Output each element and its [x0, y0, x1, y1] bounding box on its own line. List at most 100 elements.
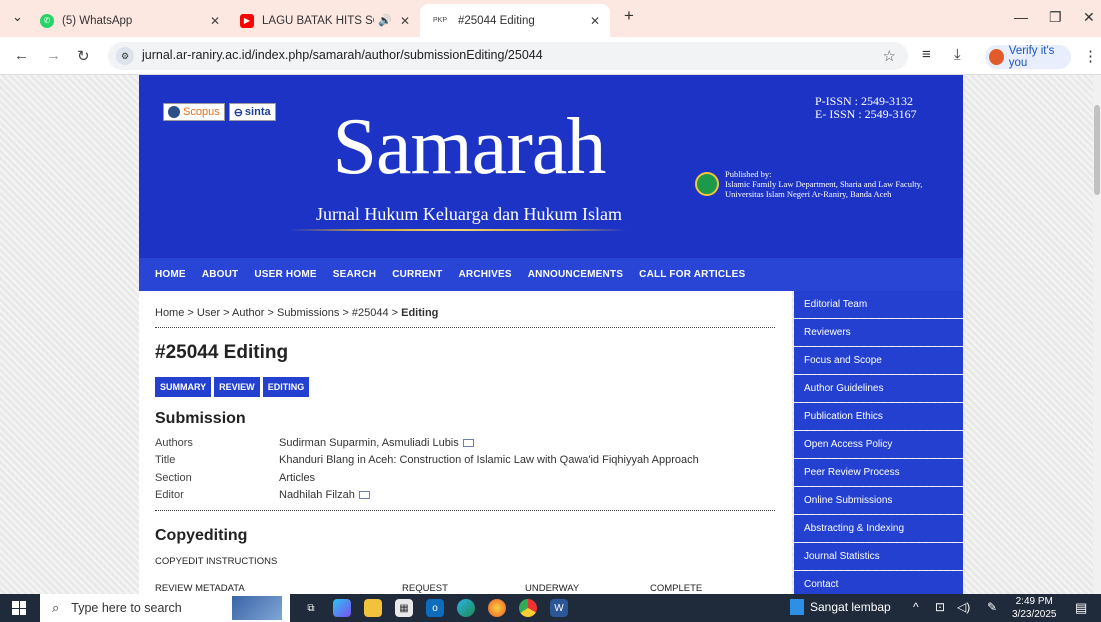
- tab-whatsapp[interactable]: ✆ (5) WhatsApp ✕: [30, 4, 230, 37]
- tab-label: LAGU BATAK HITS SOUND \: [262, 14, 374, 27]
- copyedit-instructions-link[interactable]: COPYEDIT INSTRUCTIONS: [155, 556, 277, 567]
- journal-sidebar: Editorial Team Reviewers Focus and Scope…: [794, 291, 963, 594]
- browser-menu-icon[interactable]: ⋮: [1083, 47, 1098, 65]
- scrollbar-thumb[interactable]: [1094, 105, 1100, 195]
- submission-metadata: Authors Sudirman Suparmin, Asmuliadi Lub…: [155, 434, 775, 511]
- firefox-icon[interactable]: [488, 599, 506, 617]
- weather-text: Sangat lembap: [810, 600, 891, 614]
- submission-tabs: SUMMARY REVIEW EDITING: [155, 377, 310, 397]
- nav-home[interactable]: HOME: [155, 269, 186, 280]
- new-tab-icon[interactable]: +: [624, 6, 634, 26]
- nav-current[interactable]: CURRENT: [392, 269, 442, 280]
- sidebar-item-publication-ethics[interactable]: Publication Ethics: [794, 403, 963, 430]
- network-icon[interactable]: ⊡: [935, 600, 945, 614]
- tab-current-submission[interactable]: PKP #25044 Editing ✕: [420, 4, 610, 37]
- sidebar-item-online-submissions[interactable]: Online Submissions: [794, 487, 963, 514]
- sidebar-item-focus-scope[interactable]: Focus and Scope: [794, 347, 963, 374]
- nav-call-for-articles[interactable]: CALL FOR ARTICLES: [639, 269, 745, 280]
- site-info-icon[interactable]: ⚙: [116, 47, 134, 65]
- sidebar-item-contact[interactable]: Contact: [794, 571, 963, 594]
- meta-label: Title: [155, 454, 176, 467]
- close-tab-icon[interactable]: ✕: [590, 14, 600, 28]
- sidebar-item-reviewers[interactable]: Reviewers: [794, 319, 963, 346]
- meta-label: Section: [155, 471, 192, 484]
- scopus-badge[interactable]: Scopus: [163, 103, 225, 121]
- review-metadata-link[interactable]: REVIEW METADATA: [155, 583, 245, 594]
- issn-block: P-ISSN : 2549-3132 E- ISSN : 2549-3167: [815, 95, 917, 121]
- page-scrollbar[interactable]: [1093, 75, 1101, 594]
- tab-label: #25044 Editing: [458, 14, 535, 27]
- nav-search[interactable]: SEARCH: [333, 269, 376, 280]
- web-page: Scopus ⊖ sinta Samarah Jurnal Hukum Kelu…: [0, 75, 1101, 594]
- sidebar-item-open-access[interactable]: Open Access Policy: [794, 431, 963, 458]
- scopus-logo-icon: [168, 106, 180, 118]
- windows-start-icon[interactable]: [12, 601, 26, 615]
- address-bar: ← → ↻ ⚙ jurnal.ar-raniry.ac.id/index.php…: [0, 37, 1101, 75]
- notifications-icon[interactable]: ▤: [1075, 600, 1087, 616]
- minimize-icon[interactable]: —: [1014, 9, 1028, 25]
- meta-row-authors: Authors Sudirman Suparmin, Asmuliadi Lub…: [155, 434, 775, 452]
- index-badges: Scopus ⊖ sinta: [163, 103, 276, 121]
- volume-icon[interactable]: ◁): [957, 600, 970, 614]
- meta-label: Editor: [155, 489, 184, 502]
- bookmark-star-icon[interactable]: ☆: [883, 47, 896, 65]
- email-icon[interactable]: [462, 438, 474, 447]
- copyediting-heading: Copyediting: [155, 527, 248, 544]
- weather-widget[interactable]: Sangat lembap: [790, 599, 891, 615]
- forward-icon[interactable]: →: [46, 47, 61, 64]
- tagline-underline: [289, 229, 627, 231]
- sidebar-item-peer-review[interactable]: Peer Review Process: [794, 459, 963, 486]
- taskbar-search-input[interactable]: ⌕ Type here to search: [40, 594, 290, 622]
- sidebar-item-statistics[interactable]: Journal Statistics: [794, 543, 963, 570]
- meta-value: Nadhilah Filzah: [279, 489, 355, 502]
- word-icon[interactable]: W: [550, 599, 568, 617]
- close-window-icon[interactable]: ✕: [1083, 9, 1095, 26]
- taskbar-clock[interactable]: 2:49 PM 3/23/2025: [1012, 595, 1057, 621]
- tab-review[interactable]: REVIEW: [214, 377, 260, 397]
- publisher-line: Universitas Islam Negeri Ar-Raniry, Band…: [725, 189, 892, 199]
- university-logo-icon: [695, 172, 719, 196]
- tab-youtube[interactable]: ▶ LAGU BATAK HITS SOUND \ 🔊 ✕: [230, 4, 420, 37]
- store-icon[interactable]: ▦: [395, 599, 413, 617]
- meta-row-title: Title Khanduri Blang in Aceh: Constructi…: [155, 452, 775, 470]
- restore-icon[interactable]: ❐: [1049, 9, 1062, 26]
- submission-heading: Submission: [155, 410, 246, 427]
- meta-value: Khanduri Blang in Aceh: Construction of …: [279, 454, 699, 467]
- outlook-icon[interactable]: o: [426, 599, 444, 617]
- whatsapp-icon: ✆: [40, 13, 54, 28]
- email-icon[interactable]: [358, 491, 370, 500]
- edge-icon[interactable]: [457, 599, 475, 617]
- scopus-label: Scopus: [183, 106, 220, 118]
- pen-icon[interactable]: ✎: [987, 600, 997, 614]
- journal-tagline: Jurnal Hukum Keluarga dan Hukum Islam: [315, 204, 623, 224]
- reload-icon[interactable]: ↻: [77, 47, 90, 65]
- nav-announcements[interactable]: ANNOUNCEMENTS: [528, 269, 623, 280]
- nav-archives[interactable]: ARCHIVES: [458, 269, 511, 280]
- sidebar-item-author-guidelines[interactable]: Author Guidelines: [794, 375, 963, 402]
- file-explorer-icon[interactable]: [364, 599, 382, 617]
- journal-title: Samarah: [332, 103, 607, 191]
- url-input[interactable]: ⚙ jurnal.ar-raniry.ac.id/index.php/samar…: [108, 42, 908, 70]
- audio-playing-icon[interactable]: 🔊: [378, 14, 392, 27]
- meta-value: Sudirman Suparmin, Asmuliadi Lubis: [279, 436, 459, 449]
- download-icon[interactable]: ⤓: [954, 46, 961, 63]
- close-tab-icon[interactable]: ✕: [400, 14, 410, 28]
- task-view-icon[interactable]: ⧉: [302, 599, 320, 617]
- nav-about[interactable]: ABOUT: [202, 269, 239, 280]
- nav-user-home[interactable]: USER HOME: [254, 269, 316, 280]
- profile-button[interactable]: Verify it's you: [985, 45, 1071, 69]
- back-icon[interactable]: ←: [14, 47, 29, 64]
- copilot-icon[interactable]: [333, 599, 351, 617]
- tab-summary[interactable]: SUMMARY: [155, 377, 212, 397]
- sidebar-item-editorial-team[interactable]: Editorial Team: [794, 291, 963, 318]
- close-tab-icon[interactable]: ✕: [210, 14, 220, 28]
- breadcrumb: Home > User > Author > Submissions > #25…: [155, 307, 775, 328]
- sidebar-item-abstracting[interactable]: Abstracting & Indexing: [794, 515, 963, 542]
- breadcrumb-path[interactable]: Home > User > Author > Submissions > #25…: [155, 307, 401, 319]
- tab-editing[interactable]: EDITING: [262, 377, 310, 397]
- tray-chevron-icon[interactable]: ^: [913, 600, 919, 614]
- reading-list-icon[interactable]: ≡: [922, 46, 931, 63]
- sinta-badge[interactable]: ⊖ sinta: [228, 103, 276, 121]
- tab-search-chevron-icon[interactable]: ⌄: [12, 9, 23, 25]
- chrome-icon[interactable]: [519, 599, 537, 617]
